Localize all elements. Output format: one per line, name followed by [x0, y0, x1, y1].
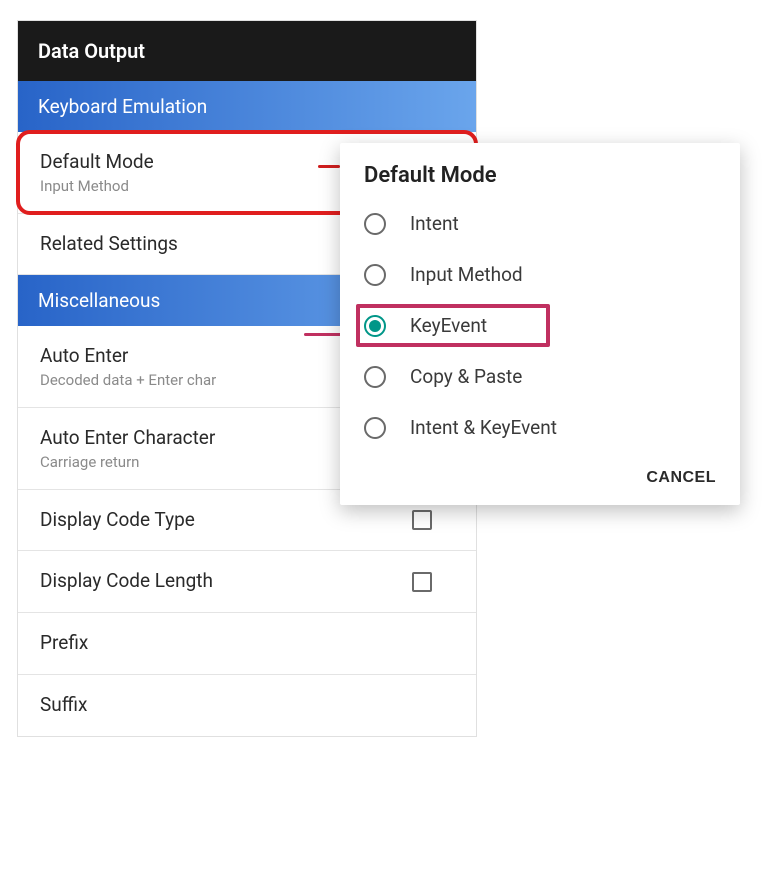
page-title: Data Output — [18, 21, 476, 81]
radio-unselected-icon — [364, 366, 386, 388]
dialog-title: Default Mode — [340, 163, 740, 198]
default-mode-dialog: Default Mode Intent Input Method KeyEvent C… — [340, 143, 740, 505]
dialog-actions: CANCEL — [340, 453, 740, 505]
radio-label: Copy & Paste — [410, 365, 522, 388]
item-suffix[interactable]: Suffix — [18, 675, 476, 736]
radio-option[interactable]: Copy & Paste — [340, 351, 740, 402]
radio-label: Input Method — [410, 263, 523, 286]
radio-unselected-icon — [364, 417, 386, 439]
radio-label: Intent & KeyEvent — [410, 416, 557, 439]
radio-unselected-icon — [364, 264, 386, 286]
radio-label: Intent — [410, 212, 459, 235]
radio-selected-icon — [364, 315, 386, 337]
radio-label: KeyEvent — [410, 314, 487, 337]
checkbox-unchecked-icon[interactable] — [412, 510, 432, 530]
item-title: Display Code Type — [40, 508, 195, 533]
radio-option[interactable]: Intent & KeyEvent — [340, 402, 740, 453]
item-prefix[interactable]: Prefix — [18, 613, 476, 675]
item-title: Suffix — [40, 693, 456, 718]
radio-option[interactable]: Intent — [340, 198, 740, 249]
item-title: Prefix — [40, 631, 456, 656]
checkbox-unchecked-icon[interactable] — [412, 572, 432, 592]
radio-option[interactable]: KeyEvent — [340, 300, 740, 351]
item-title: Display Code Length — [40, 569, 213, 594]
item-display-code-length[interactable]: Display Code Length — [18, 551, 476, 613]
section-keyboard-emulation: Keyboard Emulation — [18, 81, 476, 132]
cancel-button[interactable]: CANCEL — [646, 469, 716, 487]
radio-unselected-icon — [364, 213, 386, 235]
radio-option[interactable]: Input Method — [340, 249, 740, 300]
